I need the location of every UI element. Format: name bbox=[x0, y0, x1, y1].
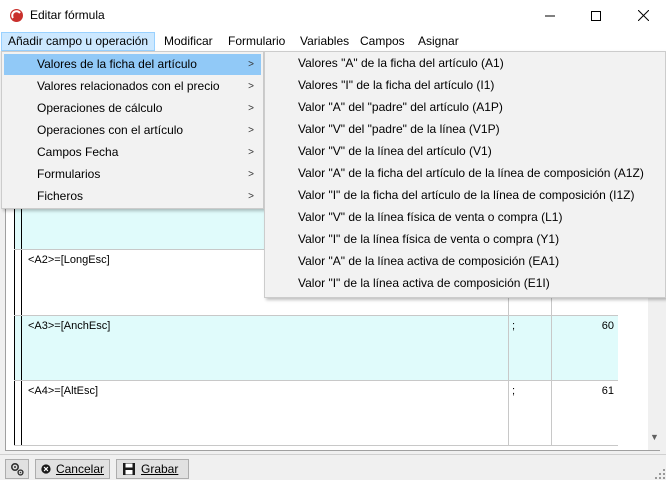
menu-variables[interactable]: Variables bbox=[293, 32, 356, 51]
scroll-down-icon[interactable]: ▼ bbox=[650, 432, 659, 442]
save-button[interactable]: Grabar bbox=[116, 459, 189, 479]
chevron-right-icon: > bbox=[248, 191, 254, 202]
maximize-button[interactable] bbox=[573, 0, 619, 31]
dropdown-item-label: Valores de la ficha del artículo bbox=[37, 57, 197, 71]
formula-text: <A4>=[AltEsc] bbox=[28, 385, 99, 397]
row-marker bbox=[14, 316, 22, 380]
dropdown-item-price-values[interactable]: Valores relacionados con el precio > bbox=[4, 76, 261, 97]
close-button[interactable] bbox=[620, 0, 666, 31]
dropdown-item-date-fields[interactable]: Campos Fecha > bbox=[4, 142, 261, 163]
dropdown-item-forms[interactable]: Formularios > bbox=[4, 164, 261, 185]
table-row[interactable]: <A3>=[AnchEsc] ; 60 bbox=[14, 315, 618, 380]
chevron-right-icon: > bbox=[248, 59, 254, 70]
separator-text: ; bbox=[512, 320, 516, 332]
resize-grip-icon[interactable] bbox=[655, 469, 665, 479]
menu-modify[interactable]: Modificar bbox=[157, 32, 220, 51]
submenu-item-a1[interactable]: Valores "A" de la ficha del artículo (A1… bbox=[267, 52, 663, 74]
formula-text: <A2>=[LongEsc] bbox=[28, 254, 110, 266]
dropdown-item-label: Campos Fecha bbox=[37, 145, 119, 159]
formula-text: <A3>=[AnchEsc] bbox=[28, 320, 111, 332]
dropdown-item-label: Valores relacionados con el precio bbox=[37, 79, 220, 93]
chevron-right-icon: > bbox=[248, 125, 254, 136]
submenu-item-l1[interactable]: Valor "V" de la línea física de venta o … bbox=[267, 206, 663, 228]
minimize-icon bbox=[545, 15, 555, 16]
submenu-item-y1[interactable]: Valor "I" de la línea física de venta o … bbox=[267, 228, 663, 250]
minimize-button[interactable] bbox=[527, 0, 573, 31]
submenu-item-a1p[interactable]: Valor "A" del "padre" del artículo (A1P) bbox=[267, 96, 663, 118]
cancel-label: Cancelar bbox=[55, 462, 104, 476]
dropdown-item-article-operations[interactable]: Operaciones con el artículo > bbox=[4, 120, 261, 141]
app-logo-icon bbox=[9, 8, 24, 23]
save-icon bbox=[123, 463, 135, 475]
dropdown-item-label: Ficheros bbox=[37, 189, 84, 203]
cancel-button[interactable]: Cancelar bbox=[35, 459, 110, 479]
dropdown-item-files[interactable]: Ficheros > bbox=[4, 186, 261, 207]
row-marker bbox=[14, 381, 22, 445]
submenu-item-a1z[interactable]: Valor "A" de la ficha del artículo de la… bbox=[267, 162, 663, 184]
submenu-item-v1[interactable]: Valor "V" de la línea del artículo (V1) bbox=[267, 140, 663, 162]
chevron-right-icon: > bbox=[248, 103, 254, 114]
menu-bar: Añadir campo u operación Modificar Formu… bbox=[0, 31, 666, 51]
title-bar: Editar fórmula bbox=[0, 0, 666, 31]
article-values-submenu: Valores "A" de la ficha del artículo (A1… bbox=[264, 51, 666, 298]
save-label: Grabar bbox=[141, 462, 179, 476]
add-field-dropdown: Valores de la ficha del artículo > Valore… bbox=[1, 51, 264, 209]
menu-assign[interactable]: Asignar bbox=[411, 32, 466, 51]
chevron-right-icon: > bbox=[248, 147, 254, 158]
submenu-item-i1[interactable]: Valores "I" de la ficha del artículo (I1… bbox=[267, 74, 663, 96]
dropdown-item-label: Formularios bbox=[37, 167, 101, 181]
maximize-icon bbox=[591, 10, 601, 21]
menu-fields[interactable]: Campos bbox=[353, 32, 412, 51]
menu-form[interactable]: Formulario bbox=[221, 32, 292, 51]
submenu-item-e1i[interactable]: Valor "I" de la línea activa de composic… bbox=[267, 272, 663, 294]
table-row[interactable]: <A4>=[AltEsc] ; 61 bbox=[14, 380, 618, 446]
chevron-right-icon: > bbox=[248, 169, 254, 180]
separator-text: ; bbox=[512, 385, 516, 397]
submenu-item-i1z[interactable]: Valor "I" de la ficha del artículo de la… bbox=[267, 184, 663, 206]
dropdown-item-article-values[interactable]: Valores de la ficha del artículo > bbox=[4, 54, 261, 75]
row-marker bbox=[14, 250, 22, 315]
settings-button[interactable] bbox=[5, 459, 29, 479]
dropdown-item-calc-operations[interactable]: Operaciones de cálculo > bbox=[4, 98, 261, 119]
gears-icon bbox=[10, 462, 24, 476]
chevron-right-icon: > bbox=[248, 81, 254, 92]
dropdown-item-label: Operaciones con el artículo bbox=[37, 123, 184, 137]
submenu-item-v1p[interactable]: Valor "V" del "padre" de la línea (V1P) bbox=[267, 118, 663, 140]
window-title: Editar fórmula bbox=[30, 8, 105, 22]
value-text: 61 bbox=[601, 385, 614, 397]
submenu-item-ea1[interactable]: Valor "A" de la línea activa de composic… bbox=[267, 250, 663, 272]
value-text: 60 bbox=[601, 320, 614, 332]
bottom-toolbar: Cancelar Grabar bbox=[0, 454, 666, 480]
close-icon bbox=[637, 10, 649, 21]
cancel-icon bbox=[41, 464, 51, 474]
menu-add-field[interactable]: Añadir campo u operación bbox=[1, 32, 156, 51]
dropdown-item-label: Operaciones de cálculo bbox=[37, 101, 163, 115]
